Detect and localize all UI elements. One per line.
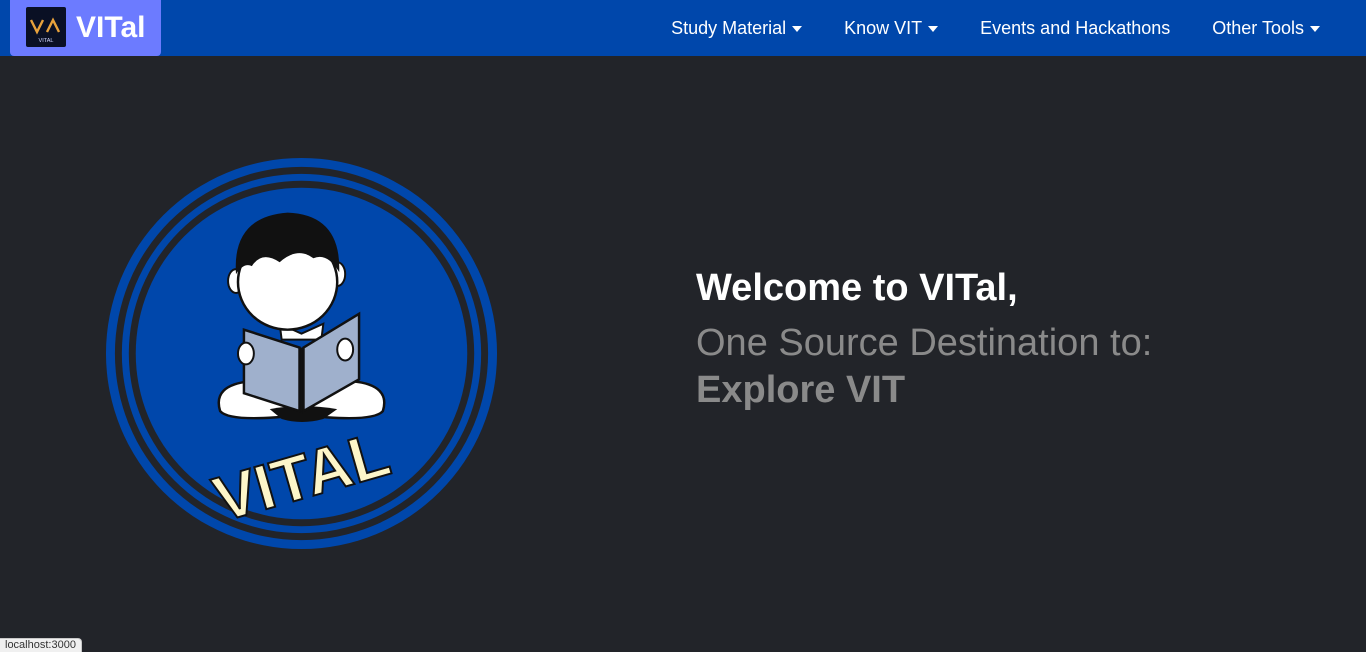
caret-down-icon bbox=[792, 26, 803, 32]
svg-text:VITAL: VITAL bbox=[39, 38, 54, 44]
top-navbar: VITAL VITal Study Material Know VIT Even… bbox=[0, 0, 1366, 56]
brand-link[interactable]: VITAL VITal bbox=[10, 0, 161, 56]
nav-menu: Study Material Know VIT Events and Hacka… bbox=[629, 0, 1320, 56]
brand-name: VITal bbox=[76, 11, 146, 44]
hero-text: Welcome to VITal, One Source Destination… bbox=[696, 262, 1152, 414]
vital-logo-icon: VITAL bbox=[26, 7, 66, 47]
typed-text: Explore VIT bbox=[696, 369, 906, 411]
nav-item-events-and-hackathons[interactable]: Events and Hackathons bbox=[980, 18, 1170, 39]
nav-item-other-tools[interactable]: Other Tools bbox=[1212, 18, 1320, 39]
vital-hero-logo: VITAL bbox=[105, 157, 498, 550]
welcome-heading: Welcome to VITal, bbox=[696, 267, 1018, 309]
nav-item-know-vit[interactable]: Know VIT bbox=[844, 17, 939, 39]
nav-item-label: Other Tools bbox=[1212, 17, 1304, 38]
nav-item-study-material[interactable]: Study Material bbox=[671, 17, 803, 39]
tagline: One Source Destination to: bbox=[696, 322, 1153, 364]
nav-item-label: Events and Hackathons bbox=[980, 17, 1171, 38]
nav-item-label: Know VIT bbox=[844, 17, 923, 38]
nav-item-label: Study Material bbox=[671, 17, 787, 38]
caret-down-icon bbox=[1310, 26, 1320, 32]
caret-down-icon bbox=[928, 26, 939, 32]
browser-status-url: localhost:3000 bbox=[0, 638, 82, 652]
